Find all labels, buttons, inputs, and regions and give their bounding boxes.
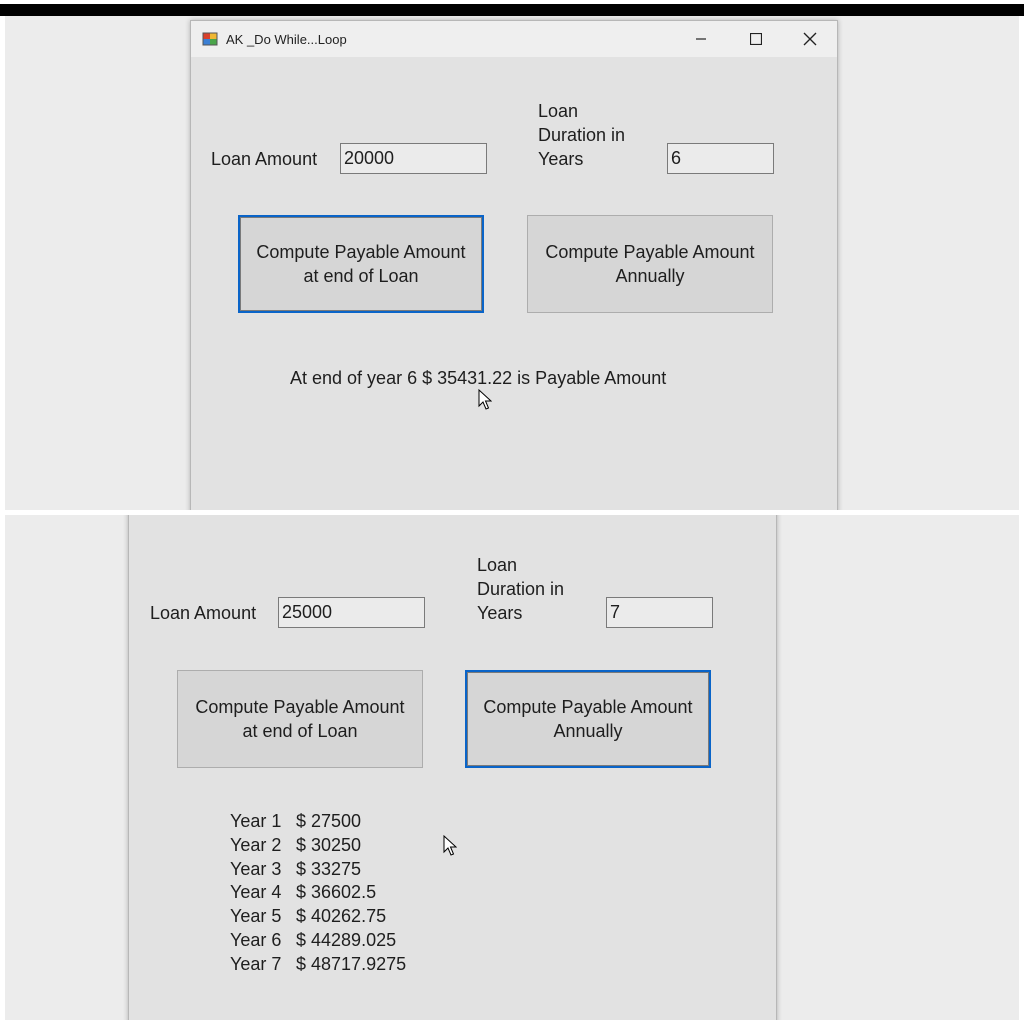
- bottom-screenshot-panel: Loan Amount Loan Duration in Years Compu…: [5, 515, 1019, 1020]
- year-amount: $ 48717.9275: [296, 953, 407, 974]
- result-label: At end of year 6 $ 35431.22 is Payable A…: [290, 368, 667, 388]
- year-label: Year 7: [230, 953, 282, 974]
- duration-label-line: Loan: [538, 101, 579, 121]
- duration-label-line: Loan: [477, 555, 518, 575]
- year-label: Year 2: [230, 834, 282, 855]
- duration-label-line: Years: [538, 149, 584, 169]
- loan-amount-label: Loan Amount: [211, 149, 318, 169]
- duration-label-line: Years: [477, 603, 523, 623]
- loan-amount-label: Loan Amount: [150, 603, 257, 623]
- title-bar[interactable]: AK _Do While...Loop: [191, 21, 837, 57]
- loan-amount-input[interactable]: [278, 597, 425, 628]
- mouse-pointer-icon: [443, 835, 457, 856]
- black-top-strip: [0, 4, 1024, 16]
- button-label-line: Annually: [553, 721, 623, 741]
- minimize-icon: [696, 38, 706, 40]
- compute-annually-button[interactable]: Compute Payable Amount Annually: [527, 215, 773, 313]
- compute-end-of-loan-button[interactable]: Compute Payable Amount at end of Loan: [238, 215, 484, 313]
- maximize-button[interactable]: [729, 21, 783, 57]
- year-label: Year 3: [230, 858, 282, 879]
- year-amount: $ 44289.025: [296, 929, 397, 950]
- close-icon: [803, 32, 817, 46]
- year-amount: $ 27500: [296, 811, 362, 831]
- year-amount: $ 33275: [296, 858, 362, 879]
- duration-label-line: Duration in: [477, 579, 565, 599]
- close-button[interactable]: [783, 21, 837, 57]
- year-label: Year 1: [230, 811, 282, 831]
- year-label: Year 6: [230, 929, 282, 950]
- top-screenshot-panel: AK _Do While...Loop Loan Amount Loan Dur…: [5, 16, 1019, 510]
- list-item: Year 4 $ 36602.5: [230, 881, 406, 905]
- mouse-pointer-icon: [478, 389, 492, 410]
- yearly-results-list: Year 1 $ 27500 Year 2 $ 30250 Year 3 $ 3327…: [230, 810, 406, 977]
- button-label-line: Compute Payable Amount: [195, 697, 405, 717]
- form-window: AK _Do While...Loop Loan Amount Loan Dur…: [190, 20, 838, 510]
- loan-duration-label: Loan Duration in Years: [477, 553, 564, 625]
- year-amount: $ 30250: [296, 834, 362, 855]
- button-label-line: Compute Payable Amount: [545, 242, 755, 262]
- form-window: Loan Amount Loan Duration in Years Compu…: [128, 515, 777, 1020]
- winforms-app-icon: [202, 32, 218, 46]
- button-label-line: at end of Loan: [242, 721, 358, 741]
- list-item: Year 6 $ 44289.025: [230, 929, 406, 953]
- button-label-line: Compute Payable Amount: [256, 242, 466, 262]
- list-item: Year 3 $ 33275: [230, 858, 406, 882]
- list-item: Year 2 $ 30250: [230, 834, 406, 858]
- year-amount: $ 40262.75: [296, 906, 387, 927]
- year-label: Year 5: [230, 906, 282, 927]
- list-item: Year 5 $ 40262.75: [230, 905, 406, 929]
- year-amount: $ 36602.5: [296, 882, 377, 903]
- button-label-line: at end of Loan: [303, 266, 419, 286]
- loan-duration-label: Loan Duration in Years: [538, 99, 625, 171]
- loan-amount-input[interactable]: [340, 143, 487, 174]
- button-label-line: Annually: [615, 266, 685, 286]
- compute-end-of-loan-button[interactable]: Compute Payable Amount at end of Loan: [177, 670, 423, 768]
- year-label: Year 4: [230, 882, 282, 903]
- loan-duration-input[interactable]: [606, 597, 713, 628]
- list-item: Year 1 $ 27500: [230, 810, 406, 834]
- compute-annually-button[interactable]: Compute Payable Amount Annually: [465, 670, 711, 768]
- maximize-icon: [750, 33, 762, 45]
- window-title: AK _Do While...Loop: [226, 32, 347, 47]
- list-item: Year 7 $ 48717.9275: [230, 953, 406, 977]
- minimize-button[interactable]: [674, 21, 728, 57]
- button-label-line: Compute Payable Amount: [483, 697, 693, 717]
- loan-duration-input[interactable]: [667, 143, 774, 174]
- duration-label-line: Duration in: [538, 125, 626, 145]
